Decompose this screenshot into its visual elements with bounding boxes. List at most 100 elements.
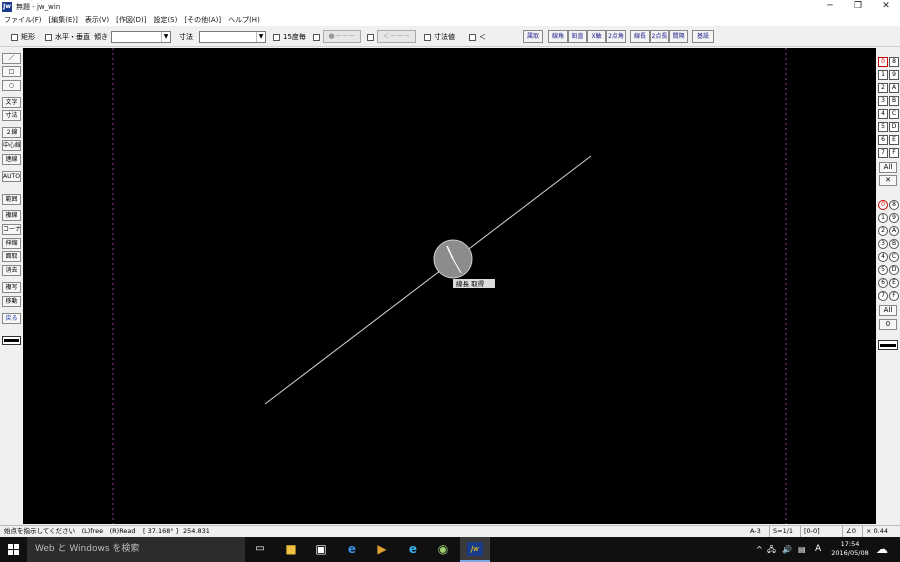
lt-checkbox[interactable] (469, 33, 476, 41)
layer-0[interactable]: 0 (878, 200, 888, 210)
internet-explorer-icon[interactable]: e (405, 541, 421, 557)
layer-zero-button[interactable]: 0 (879, 319, 897, 330)
deg15-option[interactable]: 15度毎 (273, 31, 306, 43)
menu-edit[interactable]: [編集(E)] (49, 15, 78, 25)
circle-tool-button[interactable]: ○ (2, 80, 21, 91)
layer-group-f[interactable]: F (889, 148, 899, 158)
layer-6[interactable]: 6 (878, 278, 888, 288)
x-axis-button[interactable]: X軸 (587, 30, 606, 43)
line-width-indicator[interactable] (2, 336, 21, 345)
double-line-tool-button[interactable]: ２線 (2, 127, 21, 138)
slope-combo[interactable]: ▼ (111, 31, 171, 43)
text-tool-button[interactable]: 文字 (2, 97, 21, 108)
layer-8[interactable]: 8 (889, 200, 899, 210)
two-point-angle-button[interactable]: 2点角 (606, 30, 626, 43)
layer-line-width-indicator[interactable] (878, 340, 898, 350)
copy-line-tool-button[interactable]: 複線 (2, 210, 21, 221)
rect-checkbox[interactable] (11, 33, 18, 41)
layer-1[interactable]: 1 (878, 213, 888, 223)
vertical-button[interactable]: 鉛直 (568, 30, 587, 43)
rect-option[interactable]: 矩形 (11, 31, 35, 43)
line-tool-button[interactable]: ／ (2, 53, 21, 64)
restore-button[interactable]: ❐ (844, 0, 872, 13)
dot-line-button[interactable]: ●－－－ (323, 30, 361, 43)
arrow-line-button[interactable]: ＜－－－ (377, 30, 416, 43)
dot-option[interactable] (313, 31, 323, 43)
range-tool-button[interactable]: 範囲 (2, 194, 21, 205)
layer-group-all-button[interactable]: All (879, 162, 897, 173)
base-set-button[interactable]: 基設 (692, 30, 714, 43)
dim-combo[interactable]: ▼ (199, 31, 266, 43)
lt-option[interactable]: ＜ (469, 31, 486, 43)
media-player-icon[interactable]: ▶ (374, 541, 390, 557)
notification-icon[interactable]: ▤ (798, 537, 806, 562)
taskbar-clock[interactable]: 17:54 2016/05/08 (828, 540, 872, 558)
auto-tool-button[interactable]: AUTO (2, 171, 21, 182)
layer-4[interactable]: 4 (878, 252, 888, 262)
layer-9[interactable]: 9 (889, 213, 899, 223)
two-point-length-button[interactable]: 2点長 (650, 30, 669, 43)
chevron-down-icon[interactable]: ▼ (161, 32, 170, 42)
menu-view[interactable]: 表示(V) (85, 15, 109, 25)
close-button[interactable]: ✕ (872, 0, 900, 13)
stretch-tool-button[interactable]: 伸縮 (2, 238, 21, 249)
chevron-down-icon[interactable]: ▼ (256, 32, 265, 42)
layer-group-5[interactable]: 5 (878, 122, 888, 132)
duplicate-tool-button[interactable]: 複写 (2, 282, 21, 293)
layer-group-d[interactable]: D (889, 122, 899, 132)
attr-get-button[interactable]: 属取 (523, 30, 543, 43)
menu-file[interactable]: ファイル(F) (4, 15, 42, 25)
move-tool-button[interactable]: 移動 (2, 296, 21, 307)
layer-group-9[interactable]: 9 (889, 70, 899, 80)
store-icon[interactable]: ▣ (313, 541, 329, 557)
arrow-option[interactable] (367, 31, 377, 43)
scale-button[interactable]: S=1/1 (769, 526, 793, 537)
layer-5[interactable]: 5 (878, 265, 888, 275)
tray-chevron-up-icon[interactable]: ^ (756, 537, 763, 562)
arrow-checkbox[interactable] (367, 33, 374, 41)
file-explorer-icon[interactable]: ■ (283, 541, 299, 557)
layer-7[interactable]: 7 (878, 291, 888, 301)
layer-c[interactable]: C (889, 252, 899, 262)
hv-option[interactable]: 水平・垂直 (45, 31, 90, 43)
task-view-icon[interactable]: ▭ (252, 541, 268, 557)
taskbar-search-input[interactable]: Web と Windows を検索 (27, 537, 245, 562)
menu-other[interactable]: [その他(A)] (184, 15, 221, 25)
onedrive-cloud-icon[interactable]: ☁ (876, 537, 888, 562)
dim-tool-button[interactable]: 寸法 (2, 110, 21, 121)
rect-tool-button[interactable]: □ (2, 66, 21, 77)
zoom-status[interactable]: × 0.44 (862, 526, 888, 537)
layer-a[interactable]: A (889, 226, 899, 236)
rotation-status[interactable]: ∠0 (842, 526, 856, 537)
volume-icon[interactable]: 🔊 (782, 537, 792, 562)
drawn-line[interactable] (264, 155, 592, 405)
dot-checkbox[interactable] (313, 33, 320, 41)
layer-status-button[interactable]: [0-0] (800, 526, 820, 537)
erase-tool-button[interactable]: 消去 (2, 265, 21, 276)
layer-group-1[interactable]: 1 (878, 70, 888, 80)
jw-cad-taskbar-button[interactable]: Jw (460, 537, 490, 562)
layer-group-a[interactable]: A (889, 83, 899, 93)
layer-2[interactable]: 2 (878, 226, 888, 236)
center-line-tool-button[interactable]: 中心線 (2, 140, 21, 151)
minimize-button[interactable]: ─ (816, 0, 844, 13)
corner-tool-button[interactable]: コーナー (2, 224, 21, 235)
edge-browser-icon[interactable]: e (344, 541, 360, 557)
paper-size-button[interactable]: A-3 (750, 526, 761, 537)
layer-all-button[interactable]: All (879, 305, 897, 316)
ime-indicator[interactable]: A (815, 537, 821, 562)
menu-help[interactable]: ヘルプ(H) (228, 15, 260, 25)
layer-group-8[interactable]: 8 (889, 57, 899, 67)
line-angle-button[interactable]: 線角 (548, 30, 568, 43)
layer-group-2[interactable]: 2 (878, 83, 888, 93)
network-icon[interactable]: 🖧 (767, 537, 776, 562)
interval-button[interactable]: 間隔 (669, 30, 688, 43)
menu-settings[interactable]: 設定(S) (153, 15, 177, 25)
hv-checkbox[interactable] (45, 33, 52, 41)
dimvalue-option[interactable]: 寸法値 (424, 31, 455, 43)
undo-button[interactable]: 戻る (2, 313, 21, 324)
drawing-canvas[interactable]: 線長 取得 (23, 48, 876, 524)
line-length-button[interactable]: 線長 (630, 30, 650, 43)
layer-d[interactable]: D (889, 265, 899, 275)
layer-group-4[interactable]: 4 (878, 109, 888, 119)
